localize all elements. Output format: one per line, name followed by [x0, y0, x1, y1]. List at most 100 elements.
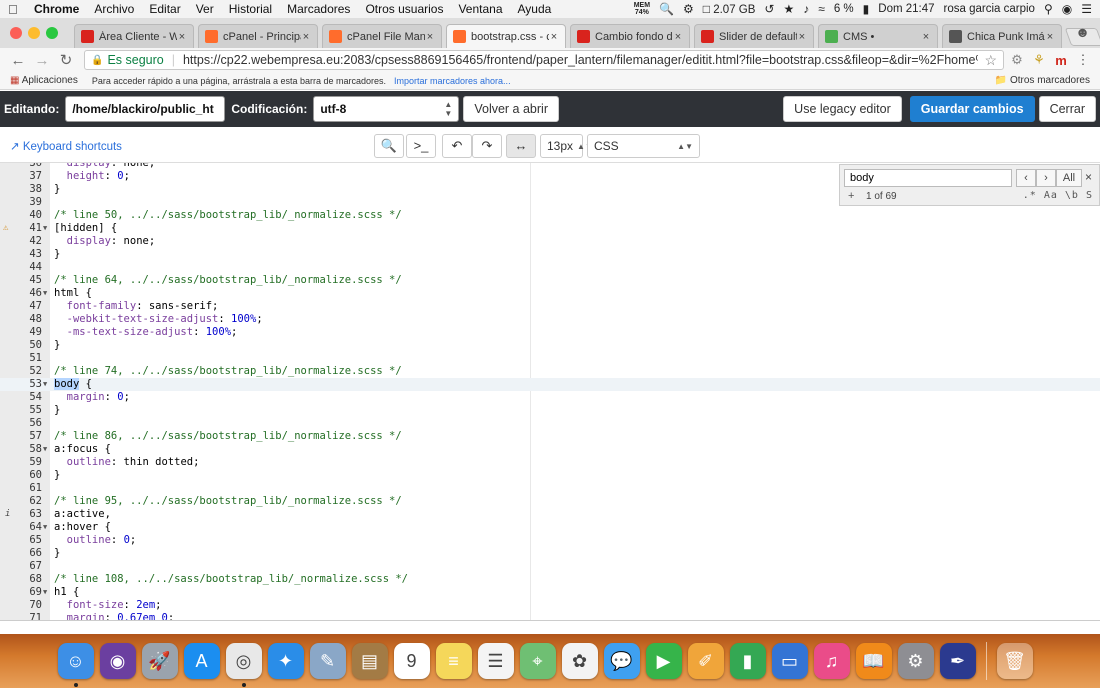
tab-close-icon[interactable]: ×	[301, 31, 311, 43]
tab-close-icon[interactable]: ×	[673, 31, 683, 43]
siri-icon[interactable]: ◉	[1062, 2, 1072, 16]
notes-dock-icon[interactable]: ≡	[435, 643, 472, 679]
extension-icon[interactable]: ⚙	[1008, 52, 1026, 68]
chrome-dock-icon[interactable]: ◎	[225, 643, 262, 687]
toggle-replace-icon[interactable]: +	[848, 190, 854, 202]
extension-key-icon[interactable]: ⚘	[1030, 52, 1048, 68]
reopen-button[interactable]: Volver a abrir	[463, 96, 559, 122]
tab-6[interactable]: CMS • ×	[818, 24, 938, 48]
other-bookmarks[interactable]: 📁 Otros marcadores	[995, 75, 1090, 86]
tab-close-icon[interactable]: ×	[921, 31, 931, 43]
tab-1[interactable]: cPanel - Principal ×	[198, 24, 318, 48]
disk-indicator[interactable]: □ 2.07 GB	[703, 2, 756, 16]
undo-button[interactable]: ↶	[442, 134, 472, 158]
tab-7[interactable]: Chica Punk Imágen×	[942, 24, 1062, 48]
encoding-select[interactable]: utf-8 ▲ ▼	[313, 96, 460, 122]
save-changes-button[interactable]: Guardar cambios	[909, 96, 1035, 122]
tab-5[interactable]: Slider de default-b×	[694, 24, 814, 48]
close-search-icon[interactable]: ×	[1085, 170, 1092, 184]
launchpad-dock-icon[interactable]: 🚀	[141, 643, 178, 679]
forward-icon[interactable]: →	[32, 52, 52, 69]
fold-toggle-icon[interactable]: ▼	[43, 287, 47, 300]
sync-icon[interactable]: ↺	[764, 2, 774, 16]
trash-dock-icon[interactable]: 🗑	[996, 643, 1033, 679]
find-all-button[interactable]: All	[1056, 169, 1082, 187]
fold-toggle-icon[interactable]: ▼	[43, 521, 47, 534]
itunes-dock-icon[interactable]: ♫	[813, 643, 850, 679]
reload-icon[interactable]: ↻	[56, 51, 76, 69]
calendar-dock-icon[interactable]: 9	[393, 643, 430, 679]
spotlight-icon[interactable]: ⚲	[1044, 2, 1053, 16]
tab-0[interactable]: Área Cliente - Web×	[74, 24, 194, 48]
numbers-dock-icon[interactable]: ▮	[729, 643, 766, 679]
tab-4[interactable]: Cambio fondo defa×	[570, 24, 690, 48]
settings-tool-icon[interactable]: ⚙	[683, 2, 694, 16]
apple-menu-icon[interactable]: 	[8, 2, 22, 17]
safari-dock-icon[interactable]: ✦	[267, 643, 304, 679]
find-previous-button[interactable]: ‹	[1016, 169, 1036, 187]
search-input[interactable]	[844, 169, 1012, 187]
apps-shortcut[interactable]: ▦ Aplicaciones	[10, 75, 78, 86]
search-button[interactable]: 🔍	[374, 134, 404, 158]
messages-dock-icon[interactable]: 💬	[603, 643, 640, 679]
facetime-dock-icon[interactable]: ▶	[645, 643, 682, 679]
menu-historial[interactable]: Historial	[229, 2, 272, 16]
finder-dock-icon[interactable]: ☺	[57, 643, 94, 687]
close-button[interactable]: Cerrar	[1038, 96, 1096, 122]
search-tool-icon[interactable]: 🔍	[659, 2, 674, 16]
wrap-toggle-button[interactable]: ↔	[506, 134, 536, 158]
legacy-editor-button[interactable]: Use legacy editor	[783, 96, 902, 122]
font-size-select[interactable]: 13px ▲▼	[540, 134, 593, 158]
find-next-button[interactable]: ›	[1036, 169, 1056, 187]
wifi-icon[interactable]: ≈	[818, 2, 825, 16]
tab-2[interactable]: cPanel File Manage×	[322, 24, 442, 48]
zoom-window-button[interactable]	[46, 27, 58, 39]
battery-percent[interactable]: 6 %	[834, 3, 854, 15]
redo-button[interactable]: ↷	[472, 134, 502, 158]
keynote-dock-icon[interactable]: ▭	[771, 643, 808, 679]
tab-3[interactable]: bootstrap.css - cPa×	[446, 24, 566, 48]
mute-icon[interactable]: ♪	[803, 2, 809, 16]
pages-dock-icon[interactable]: ✐	[687, 643, 724, 679]
mode-select[interactable]: CSS ▲▼	[587, 134, 700, 158]
fold-toggle-icon[interactable]: ▼	[43, 222, 47, 235]
fold-toggle-icon[interactable]: ▼	[43, 586, 47, 599]
notification-center-icon[interactable]: ☰	[1081, 2, 1092, 16]
app-store-dock-icon[interactable]: A	[183, 643, 220, 679]
extension-m-icon[interactable]: m	[1052, 53, 1070, 68]
reminders-dock-icon[interactable]: ☰	[477, 643, 514, 679]
tab-close-icon[interactable]: ×	[177, 31, 187, 43]
menu-ver[interactable]: Ver	[196, 2, 214, 16]
bookmark-star-icon[interactable]: ☆	[978, 52, 997, 69]
goto-line-button[interactable]: >_	[406, 134, 436, 158]
preview-dock-icon[interactable]: ✎	[309, 643, 346, 679]
search-options[interactable]: .* Aa \b S	[1023, 190, 1093, 201]
menu-ayuda[interactable]: Ayuda	[518, 2, 552, 16]
import-bookmarks-link[interactable]: Importar marcadores ahora...	[394, 76, 511, 86]
photos-dock-icon[interactable]: ✿	[561, 643, 598, 679]
clock[interactable]: Dom 21:47	[878, 3, 934, 15]
fold-toggle-icon[interactable]: ▼	[43, 378, 47, 391]
omnibox[interactable]: 🔒 Es seguro | https://cp22.webempresa.eu…	[84, 50, 1004, 70]
bluetooth-icon[interactable]: ★	[783, 2, 794, 16]
back-icon[interactable]: ←	[8, 52, 28, 69]
tab-close-icon[interactable]: ×	[1045, 31, 1055, 43]
tab-close-icon[interactable]: ×	[425, 31, 435, 43]
code-editor[interactable]: 36 display: none; 37 height: 0; 38} 39 40 /* …	[0, 163, 1100, 620]
system-preferences-dock-icon[interactable]: ⚙	[897, 643, 934, 679]
profile-icon[interactable]: ☻	[1075, 24, 1090, 40]
user-name[interactable]: rosa garcia carpio	[944, 3, 1035, 15]
close-window-button[interactable]	[10, 27, 22, 39]
ibooks-dock-icon[interactable]: 📖	[855, 643, 892, 679]
menu-otros-usuarios[interactable]: Otros usuarios	[365, 2, 443, 16]
url-text[interactable]: https://cp22.webempresa.eu:2083/cpsess88…	[183, 53, 978, 67]
maps-dock-icon[interactable]: ⌖	[519, 643, 556, 679]
scrivener-dock-icon[interactable]: ✒	[939, 643, 976, 679]
tab-close-icon[interactable]: ×	[549, 31, 559, 43]
menu-archivo[interactable]: Archivo	[94, 2, 134, 16]
tab-close-icon[interactable]: ×	[797, 31, 807, 43]
siri-dock-icon[interactable]: ◉	[99, 643, 136, 679]
file-path-field[interactable]: /home/blackiro/public_ht	[65, 96, 226, 122]
notes-book-dock-icon[interactable]: ▤	[351, 643, 388, 679]
minimize-window-button[interactable]	[28, 27, 40, 39]
